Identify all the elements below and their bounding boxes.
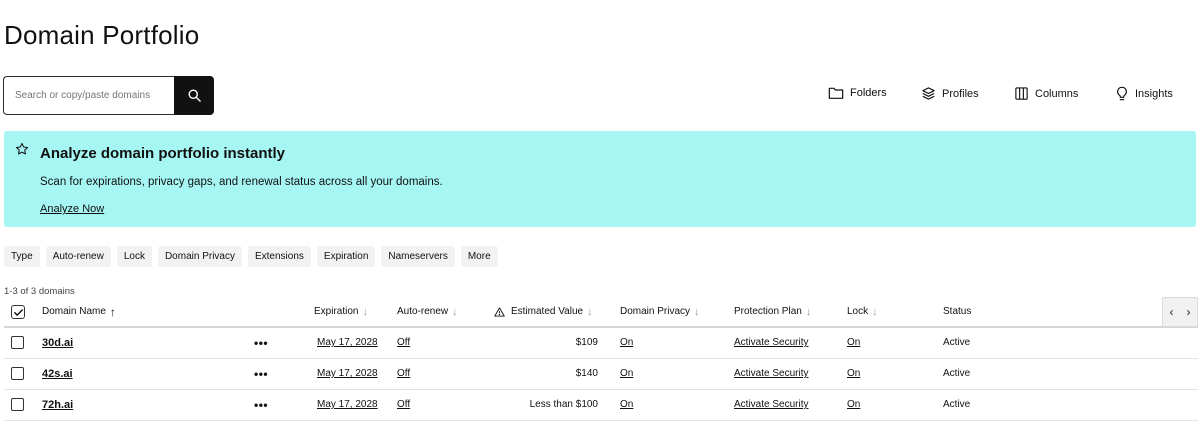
column-scroll-control: ‹ › bbox=[1162, 297, 1198, 327]
header-expiration[interactable]: Expiration ↓ bbox=[314, 298, 368, 326]
chevron-left-icon[interactable]: ‹ bbox=[1170, 305, 1174, 319]
columns-icon bbox=[1015, 87, 1028, 100]
more-actions-icon[interactable]: ••• bbox=[254, 359, 268, 389]
domain-name-link[interactable]: 42s.ai bbox=[42, 359, 73, 389]
folders-button[interactable]: Folders bbox=[828, 86, 887, 100]
header-lock-label: Lock bbox=[847, 306, 869, 317]
domain-privacy-toggle[interactable]: On bbox=[620, 359, 633, 389]
search-bar bbox=[3, 76, 214, 115]
lock-toggle[interactable]: On bbox=[847, 359, 860, 389]
sort-icon: ↓ bbox=[587, 306, 593, 318]
sort-ascending-icon: ↑ bbox=[109, 305, 116, 319]
estimated-value: $109 bbox=[575, 337, 598, 348]
header-domain-privacy-label: Domain Privacy bbox=[620, 306, 691, 317]
header-lock[interactable]: Lock ↓ bbox=[847, 298, 878, 326]
expiration-date[interactable]: May 17, 2028 bbox=[317, 390, 378, 420]
row-checkbox[interactable] bbox=[11, 398, 24, 411]
header-auto-renew-label: Auto-renew bbox=[397, 306, 449, 317]
analyze-now-link[interactable]: Analyze Now bbox=[40, 203, 104, 215]
page-title: Domain Portfolio bbox=[4, 20, 200, 50]
status-text: Active bbox=[943, 399, 971, 410]
header-status-label: Status bbox=[943, 306, 972, 317]
profiles-label: Profiles bbox=[942, 87, 979, 100]
activate-security-link[interactable]: Activate Security bbox=[734, 328, 808, 358]
sort-icon: ↓ bbox=[805, 306, 812, 318]
header-estimated-value-label: Estimated Value bbox=[511, 306, 584, 317]
chevron-right-icon[interactable]: › bbox=[1187, 305, 1191, 319]
table-row: 42s.ai ••• May 17, 2028 Off $140 On Acti… bbox=[4, 359, 1198, 390]
row-checkbox[interactable] bbox=[11, 367, 24, 380]
sort-icon: ↓ bbox=[362, 306, 368, 318]
estimated-value: $140 bbox=[575, 368, 598, 379]
folders-label: Folders bbox=[850, 87, 887, 99]
domain-privacy-toggle[interactable]: On bbox=[620, 390, 633, 420]
status-text: Active bbox=[943, 368, 971, 379]
filter-expiration[interactable]: Expiration bbox=[316, 246, 376, 267]
star-icon bbox=[15, 142, 29, 155]
columns-label: Columns bbox=[1035, 87, 1079, 100]
select-all-checkbox[interactable] bbox=[11, 305, 25, 319]
header-protection-plan[interactable]: Protection Plan ↓ bbox=[734, 298, 811, 326]
row-checkbox[interactable] bbox=[11, 336, 24, 349]
auto-renew-toggle[interactable]: Off bbox=[397, 328, 410, 358]
filter-nameservers[interactable]: Nameservers bbox=[381, 246, 455, 267]
banner-description: Scan for expirations, privacy gaps, and … bbox=[40, 176, 443, 188]
sort-icon: ↓ bbox=[452, 306, 458, 318]
header-auto-renew[interactable]: Auto-renew ↓ bbox=[397, 298, 458, 326]
result-count: 1-3 of 3 domains bbox=[4, 286, 75, 297]
lock-toggle[interactable]: On bbox=[847, 390, 860, 420]
search-icon bbox=[188, 89, 201, 102]
expiration-date[interactable]: May 17, 2028 bbox=[317, 328, 378, 358]
filter-more[interactable]: More bbox=[460, 246, 498, 267]
estimated-value: Less than $100 bbox=[529, 399, 598, 410]
sort-icon: ↓ bbox=[872, 306, 878, 318]
filter-lock[interactable]: Lock bbox=[116, 246, 152, 267]
status-text: Active bbox=[943, 337, 971, 348]
auto-renew-toggle[interactable]: Off bbox=[397, 359, 410, 389]
header-status[interactable]: Status bbox=[943, 298, 971, 326]
filter-type[interactable]: Type bbox=[4, 246, 40, 267]
header-expiration-label: Expiration bbox=[314, 306, 359, 317]
more-actions-icon[interactable]: ••• bbox=[254, 328, 268, 358]
domain-name-link[interactable]: 30d.ai bbox=[42, 328, 73, 358]
table-row: 72h.ai ••• May 17, 2028 Off Less than $1… bbox=[4, 390, 1198, 421]
lock-toggle[interactable]: On bbox=[847, 328, 860, 358]
header-estimated-value[interactable]: Estimated Value ↓ bbox=[494, 298, 593, 326]
layers-icon bbox=[922, 87, 935, 100]
domain-name-link[interactable]: 72h.ai bbox=[42, 390, 73, 420]
banner-title: Analyze domain portfolio instantly bbox=[40, 145, 286, 162]
insights-button[interactable]: Insights bbox=[1115, 86, 1173, 102]
columns-button[interactable]: Columns bbox=[1014, 86, 1078, 101]
filter-bar: Type Auto-renew Lock Domain Privacy Exte… bbox=[4, 246, 498, 267]
auto-renew-toggle[interactable]: Off bbox=[397, 390, 410, 420]
header-domain-name-label: Domain Name bbox=[42, 306, 106, 317]
activate-security-link[interactable]: Activate Security bbox=[734, 390, 808, 420]
filter-extensions[interactable]: Extensions bbox=[247, 246, 311, 267]
sort-icon: ↓ bbox=[694, 306, 700, 318]
folder-icon bbox=[828, 87, 844, 99]
table-header: Domain Name ↑ Expiration ↓ Auto-renew ↓ … bbox=[4, 298, 1198, 328]
lightbulb-icon bbox=[1117, 86, 1127, 101]
domain-privacy-toggle[interactable]: On bbox=[620, 328, 633, 358]
search-button[interactable] bbox=[174, 76, 214, 115]
header-domain-privacy[interactable]: Domain Privacy ↓ bbox=[620, 298, 700, 326]
header-protection-plan-label: Protection Plan bbox=[734, 306, 802, 317]
header-domain-name[interactable]: Domain Name ↑ bbox=[42, 298, 116, 326]
activate-security-link[interactable]: Activate Security bbox=[734, 359, 808, 389]
profiles-button[interactable]: Profiles bbox=[921, 86, 979, 101]
search-input[interactable] bbox=[3, 76, 174, 115]
insights-label: Insights bbox=[1135, 88, 1173, 100]
check-icon bbox=[13, 308, 23, 316]
analyze-banner: Analyze domain portfolio instantly Scan … bbox=[4, 131, 1196, 227]
warning-icon bbox=[494, 307, 505, 317]
filter-domain-privacy[interactable]: Domain Privacy bbox=[157, 246, 242, 267]
expiration-date[interactable]: May 17, 2028 bbox=[317, 359, 378, 389]
more-actions-icon[interactable]: ••• bbox=[254, 390, 268, 420]
filter-auto-renew[interactable]: Auto-renew bbox=[45, 246, 111, 267]
table-row: 30d.ai ••• May 17, 2028 Off $109 On Acti… bbox=[4, 328, 1198, 359]
